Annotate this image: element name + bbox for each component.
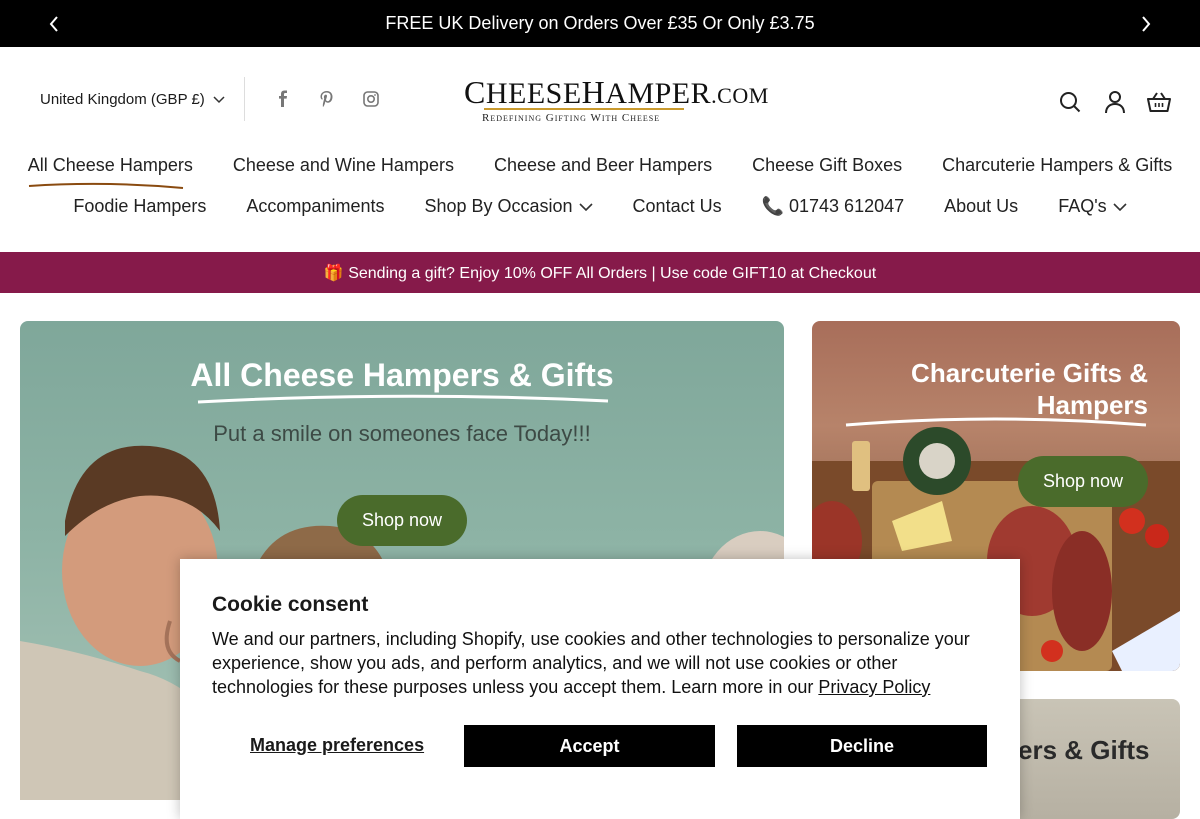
nav-label: Contact Us xyxy=(632,196,722,216)
nav-cheese-and-wine-hampers[interactable]: Cheese and Wine Hampers xyxy=(233,155,454,176)
nav-cheese-and-beer-hampers[interactable]: Cheese and Beer Hampers xyxy=(494,155,712,176)
hero-title-underline xyxy=(197,394,609,404)
nav-label: About Us xyxy=(944,196,1019,216)
nav-charcuterie-hampers[interactable]: Charcuterie Hampers & Gifts xyxy=(942,155,1172,176)
instagram-icon[interactable] xyxy=(361,89,381,109)
chevron-down-icon xyxy=(1113,202,1127,211)
nav-accompaniments[interactable]: Accompaniments xyxy=(246,196,384,217)
locale-selector[interactable]: United Kingdom (GBP £) xyxy=(40,91,225,108)
chevron-left-icon[interactable] xyxy=(42,12,66,36)
nav-label: Cheese and Wine Hampers xyxy=(232,155,454,175)
basket-icon[interactable] xyxy=(1146,89,1172,115)
site-header: United Kingdom (GBP £) CHEESEHAMPER.COM … xyxy=(0,47,1200,251)
header-divider xyxy=(244,77,245,121)
locale-label: United Kingdom (GBP £) xyxy=(40,91,205,108)
logo-wordmark: CHEESEHAMPER.COM xyxy=(464,74,769,110)
pinterest-icon[interactable] xyxy=(317,89,337,109)
manage-preferences-link[interactable]: Manage preferences xyxy=(250,735,424,756)
nav-label: All Cheese Hampers xyxy=(27,155,193,175)
promo-banner[interactable]: 🎁 Sending a gift? Enjoy 10% OFF All Orde… xyxy=(0,252,1200,293)
nav-about-us[interactable]: About Us xyxy=(944,196,1018,217)
search-icon[interactable] xyxy=(1057,89,1083,115)
hero-shop-now-button[interactable]: Shop now xyxy=(337,495,467,546)
hero-subtitle: Put a smile on someones face Today!!! xyxy=(213,421,591,446)
cookie-body: We and our partners, including Shopify, … xyxy=(212,627,982,699)
nav-label: Accompaniments xyxy=(246,196,385,216)
chevron-right-icon[interactable] xyxy=(1134,12,1158,36)
hero-title: All Cheese Hampers & Gifts xyxy=(190,357,614,393)
chevron-down-icon xyxy=(578,202,593,211)
nav-label: Foodie Hampers xyxy=(73,196,207,216)
charcuterie-title-underline xyxy=(845,417,1147,427)
site-logo[interactable]: CHEESEHAMPER.COM Redefining Gifting With… xyxy=(464,74,769,127)
nav-label: Cheese and Beer Hampers xyxy=(493,155,713,175)
main-nav-row-2: Foodie Hampers Accompaniments Shop By Oc… xyxy=(0,196,1200,217)
accept-button[interactable]: Accept xyxy=(464,725,715,767)
account-icon[interactable] xyxy=(1102,89,1128,115)
promo-text: 🎁 Sending a gift? Enjoy 10% OFF All Orde… xyxy=(323,264,877,282)
active-underline xyxy=(28,182,183,189)
cookie-consent-dialog: Cookie consent We and our partners, incl… xyxy=(180,559,1020,819)
facebook-icon[interactable] xyxy=(273,89,293,109)
nav-label: 📞 01743 612047 xyxy=(761,196,905,216)
logo-tagline: Redefining Gifting With Cheese xyxy=(482,112,661,124)
nav-label: FAQ's xyxy=(1058,196,1107,216)
nav-label: Shop By Occasion xyxy=(424,196,573,216)
nav-contact-us[interactable]: Contact Us xyxy=(633,196,722,217)
nav-label: Cheese Gift Boxes xyxy=(752,155,903,175)
charcuterie-title: Charcuterie Gifts & Hampers xyxy=(911,358,1148,420)
nav-faqs[interactable]: FAQ's xyxy=(1058,196,1127,217)
privacy-policy-link[interactable]: Privacy Policy xyxy=(818,677,930,697)
logo-gold-bar xyxy=(484,108,684,110)
decline-button[interactable]: Decline xyxy=(737,725,987,767)
nav-phone[interactable]: 📞 01743 612047 xyxy=(762,196,905,217)
chevron-down-icon xyxy=(213,95,225,103)
gifts-banner-title: ers & Gifts xyxy=(1018,735,1150,765)
main-nav-row-1: All Cheese Hampers Cheese and Wine Hampe… xyxy=(0,155,1200,189)
nav-all-cheese-hampers[interactable]: All Cheese Hampers xyxy=(27,155,193,189)
nav-label: Charcuterie Hampers & Gifts xyxy=(942,155,1173,175)
nav-cheese-gift-boxes[interactable]: Cheese Gift Boxes xyxy=(752,155,902,176)
cookie-title: Cookie consent xyxy=(212,593,369,616)
nav-shop-by-occasion[interactable]: Shop By Occasion xyxy=(424,196,593,217)
announcement-bar: FREE UK Delivery on Orders Over £35 Or O… xyxy=(0,0,1200,47)
announcement-text: FREE UK Delivery on Orders Over £35 Or O… xyxy=(385,13,815,33)
charcuterie-shop-now-button[interactable]: Shop now xyxy=(1018,456,1148,507)
nav-foodie-hampers[interactable]: Foodie Hampers xyxy=(73,196,206,217)
